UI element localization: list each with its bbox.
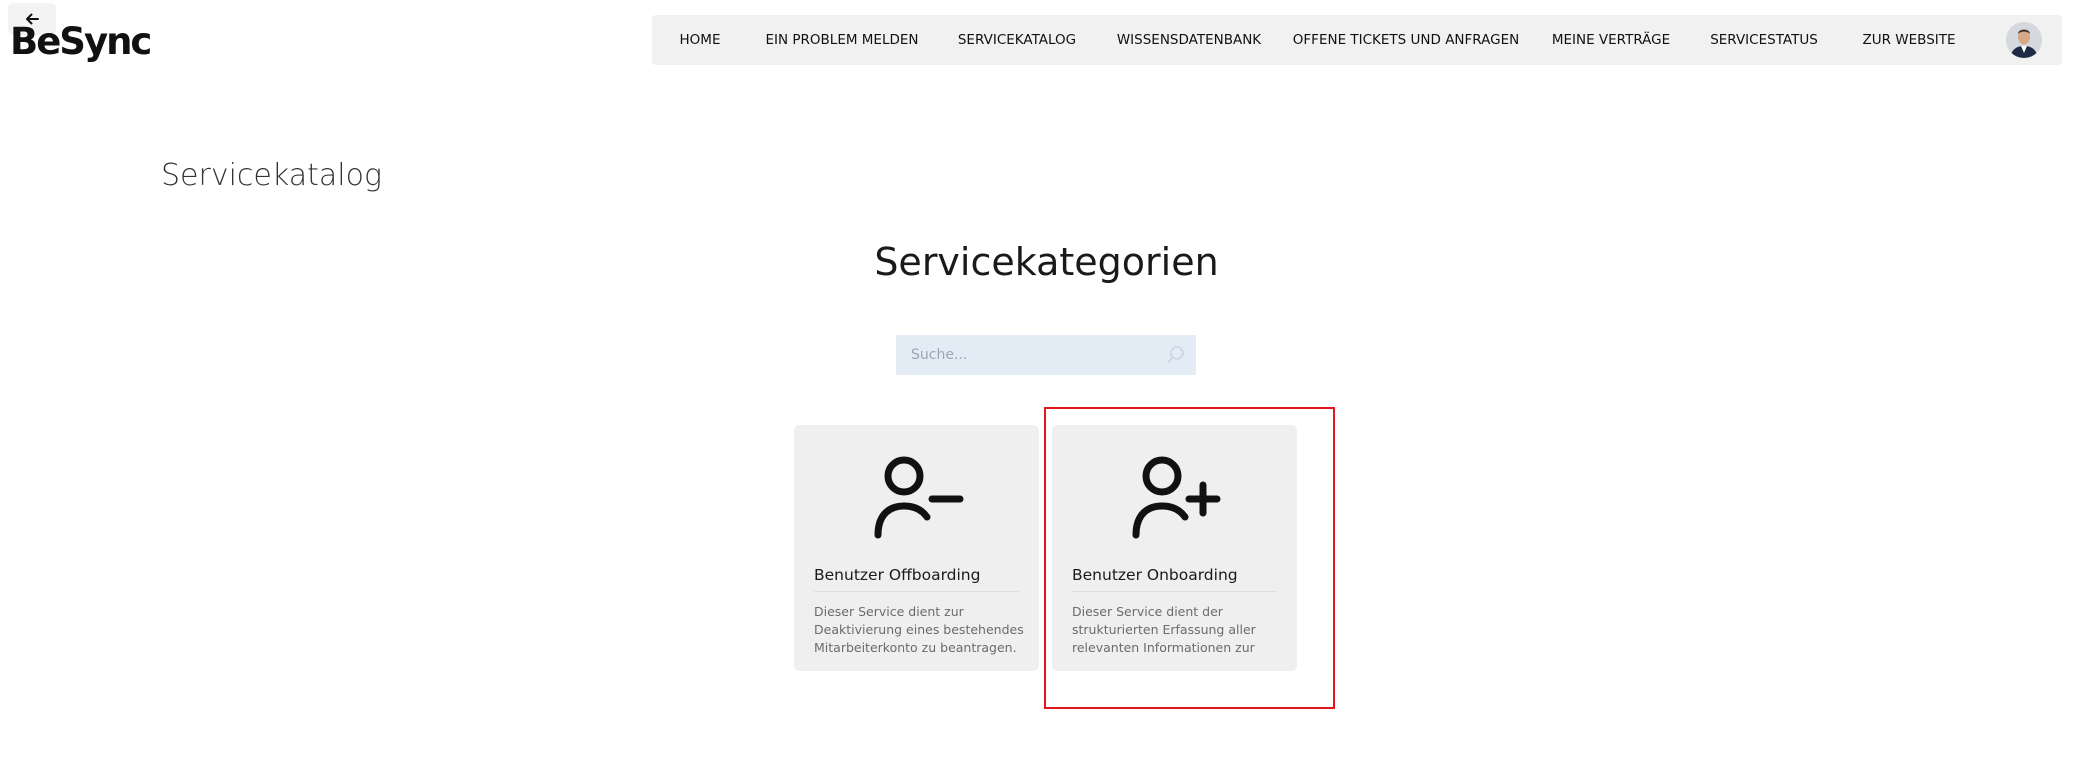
card-title: Benutzer Onboarding (1072, 566, 1238, 584)
logo[interactable]: BeSync (10, 20, 152, 63)
nav-item-wissensdatenbank[interactable]: WISSENSDATENBANK (1117, 15, 1261, 65)
nav-item-problem-melden[interactable]: EIN PROBLEM MELDEN (765, 15, 918, 65)
main-nav: HOME EIN PROBLEM MELDEN SERVICEKATALOG W… (652, 15, 2062, 65)
search-box (896, 335, 1196, 375)
search-icon[interactable] (1166, 345, 1186, 365)
nav-item-offene-tickets[interactable]: OFFENE TICKETS UND ANFRAGEN (1293, 15, 1519, 65)
nav-item-zur-website[interactable]: ZUR WEBSITE (1862, 15, 1955, 65)
card-description: Dieser Service dient zur Deaktivierung e… (814, 604, 1024, 655)
search-input[interactable] (896, 335, 1161, 375)
page-title: Servicekatalog (161, 158, 382, 193)
user-minus-icon (874, 456, 964, 539)
user-avatar-icon (2006, 22, 2042, 58)
card-description: Dieser Service dient der strukturierten … (1072, 604, 1256, 655)
service-card-onboarding[interactable]: Benutzer Onboarding Dieser Service dient… (1052, 425, 1297, 671)
avatar[interactable] (2006, 22, 2042, 58)
nav-item-meine-vertraege[interactable]: MEINE VERTRÄGE (1552, 15, 1670, 65)
card-divider (814, 591, 1019, 592)
nav-item-home[interactable]: HOME (680, 15, 721, 65)
nav-item-servicestatus[interactable]: SERVICESTATUS (1710, 15, 1818, 65)
card-divider (1072, 591, 1277, 592)
card-title: Benutzer Offboarding (814, 566, 981, 584)
user-plus-icon (1132, 456, 1221, 539)
section-title: Servicekategorien (874, 240, 1219, 284)
nav-item-servicekatalog[interactable]: SERVICEKATALOG (958, 15, 1076, 65)
service-card-offboarding[interactable]: Benutzer Offboarding Dieser Service dien… (794, 425, 1039, 671)
